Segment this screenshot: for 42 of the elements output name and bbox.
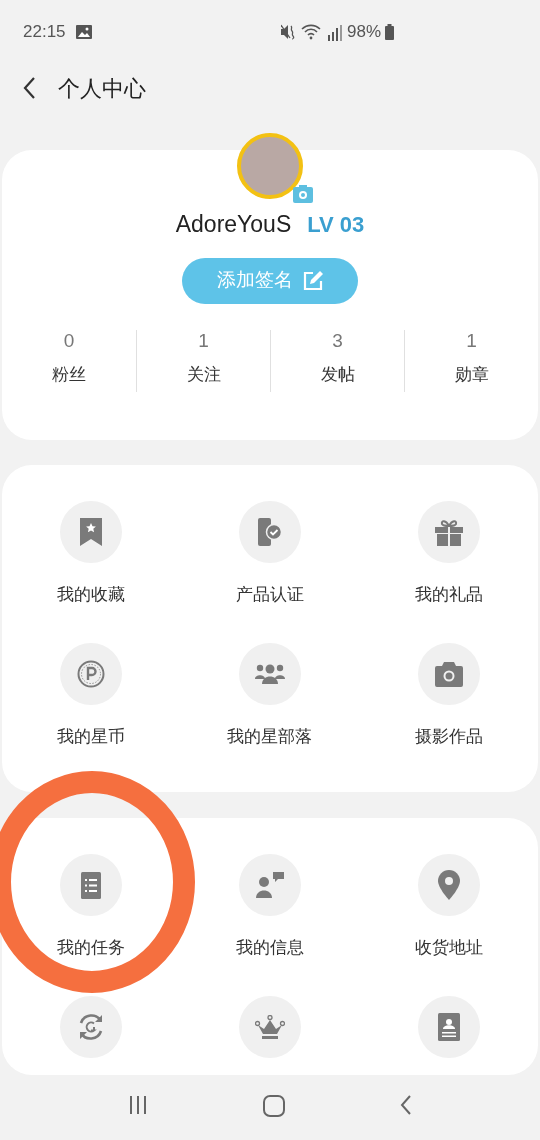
contact-card-icon xyxy=(437,1013,460,1041)
menu-label[interactable]: 我的任务 xyxy=(57,937,126,959)
battery-icon xyxy=(385,24,394,40)
battery-percent: 98% xyxy=(346,21,381,44)
crown-icon xyxy=(255,1014,285,1040)
user-name: AdoreYouS xyxy=(175,210,292,239)
gift-icon xyxy=(434,518,463,546)
page-title: 个人中心 xyxy=(58,74,146,103)
menu-label[interactable]: 摄影作品 xyxy=(414,726,483,748)
stat-label: 粉丝 xyxy=(52,363,86,386)
back-nav-icon[interactable] xyxy=(400,1095,413,1115)
p-coin-icon xyxy=(77,660,106,688)
back-icon[interactable] xyxy=(22,76,36,100)
menu-label[interactable]: 我的信息 xyxy=(236,937,304,959)
menu-label[interactable]: 产品认证 xyxy=(236,584,304,606)
mute-vibrate-icon xyxy=(280,24,297,40)
status-time: 22:15 xyxy=(23,21,66,44)
menu-label[interactable]: 我的星币 xyxy=(57,726,126,748)
menu-label[interactable]: 我的礼品 xyxy=(414,584,483,606)
stat-value: 1 xyxy=(466,329,477,352)
menu-label[interactable]: 收货地址 xyxy=(414,937,483,959)
stat-label: 关注 xyxy=(186,363,221,386)
menu-label[interactable]: 我的星部落 xyxy=(227,726,313,748)
recent-apps-icon[interactable] xyxy=(127,1095,148,1115)
wifi-icon xyxy=(300,24,321,40)
home-icon[interactable] xyxy=(263,1095,285,1117)
phone-check-icon xyxy=(258,518,282,546)
location-pin-icon xyxy=(437,870,460,900)
stat-label: 勋章 xyxy=(454,363,489,386)
bookmark-star-icon xyxy=(80,518,103,546)
stat-value: 0 xyxy=(63,329,75,352)
camera-icon xyxy=(434,661,463,687)
stat-value: 3 xyxy=(332,329,343,352)
edit-icon xyxy=(303,270,323,291)
stat-label: 发帖 xyxy=(320,363,355,386)
stat-value: 1 xyxy=(198,329,209,352)
group-icon xyxy=(255,664,285,684)
document-list-icon xyxy=(81,871,102,899)
level-label: LV 03 xyxy=(307,211,365,239)
image-icon xyxy=(75,25,92,39)
person-chat-icon xyxy=(256,872,284,898)
menu-label[interactable]: 我的收藏 xyxy=(57,584,126,606)
